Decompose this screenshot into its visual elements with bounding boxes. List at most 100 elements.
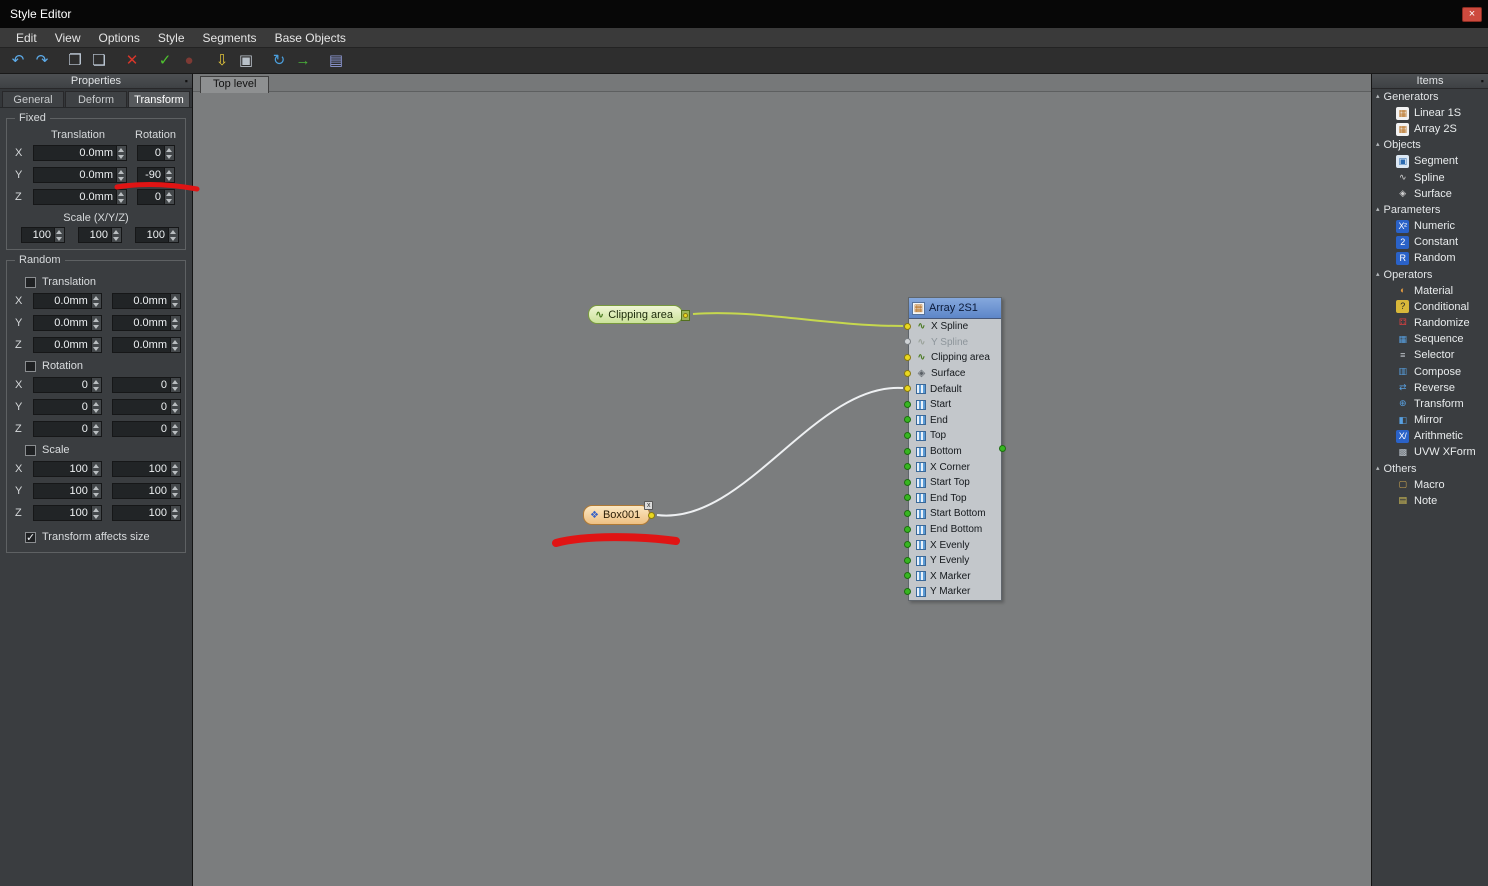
spin-down-button[interactable]: [170, 301, 180, 308]
item[interactable]: ▦ Linear 1S: [1372, 105, 1488, 121]
array-slot[interactable]: X Marker: [904, 569, 1001, 585]
menu-item[interactable]: Options: [89, 31, 148, 45]
spin-down-button[interactable]: [91, 323, 101, 330]
delete-icon[interactable]: ✕: [120, 49, 144, 73]
panel-pin-icon[interactable]: ▪: [1481, 76, 1484, 87]
spin-down-button[interactable]: [170, 491, 180, 498]
spin-up-button[interactable]: [117, 146, 126, 153]
item[interactable]: ⊕ Transform: [1372, 396, 1488, 412]
input-connector[interactable]: [904, 431, 911, 439]
output-connector[interactable]: [681, 310, 691, 321]
random-min-field[interactable]: 0.0mm: [32, 337, 102, 353]
spin-up-button[interactable]: [170, 294, 180, 301]
spin-down-button[interactable]: [170, 345, 180, 352]
spin-up-button[interactable]: [91, 422, 101, 429]
array-slot[interactable]: Surface: [904, 366, 1001, 382]
item[interactable]: ▩ UVW XForm: [1372, 444, 1488, 460]
rotation-field[interactable]: 0: [137, 145, 175, 161]
array-slot[interactable]: Clipping area: [904, 350, 1001, 366]
input-connector[interactable]: [904, 556, 911, 564]
group-header-operators[interactable]: Operators: [1372, 267, 1488, 283]
spin-up-button[interactable]: [169, 228, 178, 235]
random-min-field[interactable]: 0.0mm: [32, 293, 102, 309]
spin-up-button[interactable]: [91, 506, 101, 513]
array-slot[interactable]: X Corner: [904, 459, 1001, 475]
library-icon[interactable]: ▤: [324, 49, 348, 73]
spin-up-button[interactable]: [91, 400, 101, 407]
menu-item[interactable]: Base Objects: [266, 31, 355, 45]
input-connector[interactable]: [904, 463, 911, 471]
input-connector[interactable]: [904, 369, 911, 377]
rotation-field[interactable]: -90: [137, 167, 175, 183]
spin-up-button[interactable]: [170, 422, 180, 429]
node-box001[interactable]: ❖ Box001 x: [583, 501, 656, 525]
group-header-generators[interactable]: Generators: [1372, 89, 1488, 105]
input-connector[interactable]: [904, 353, 911, 361]
scale-checkbox[interactable]: [25, 444, 36, 456]
filter-icon[interactable]: ⇩: [210, 49, 234, 73]
spin-up-button[interactable]: [112, 228, 121, 235]
input-connector[interactable]: [904, 322, 911, 330]
spin-up-button[interactable]: [91, 462, 101, 469]
item[interactable]: X/ Arithmetic: [1372, 428, 1488, 444]
spin-down-button[interactable]: [117, 197, 126, 204]
array-slot[interactable]: X Evenly: [904, 537, 1001, 553]
random-max-field[interactable]: 100: [111, 461, 181, 477]
redo-icon[interactable]: ↷: [30, 49, 54, 73]
input-connector[interactable]: [904, 478, 911, 486]
spin-up-button[interactable]: [170, 338, 180, 345]
translation-field[interactable]: 0.0mm: [33, 145, 127, 161]
tab-top-level[interactable]: Top level: [200, 76, 270, 93]
item[interactable]: X² Numeric: [1372, 218, 1488, 234]
input-connector[interactable]: [904, 494, 911, 502]
item[interactable]: ▦ Array 2S: [1372, 121, 1488, 137]
item[interactable]: ▤ Note: [1372, 493, 1488, 509]
item[interactable]: 2 Constant: [1372, 234, 1488, 250]
spin-down-button[interactable]: [91, 301, 101, 308]
input-connector[interactable]: [904, 572, 911, 580]
spin-down-button[interactable]: [91, 513, 101, 520]
auto-update-icon[interactable]: ●: [177, 49, 201, 73]
spin-down-button[interactable]: [165, 197, 174, 204]
random-min-field[interactable]: 100: [32, 461, 102, 477]
spin-up-button[interactable]: [117, 190, 126, 197]
random-min-field[interactable]: 0: [32, 377, 102, 393]
item[interactable]: ⚃ Randomize: [1372, 315, 1488, 331]
menu-item[interactable]: Style: [149, 31, 194, 45]
paste-icon[interactable]: ❏: [87, 49, 111, 73]
item[interactable]: ∿ Spline: [1372, 170, 1488, 186]
item[interactable]: ⇄ Reverse: [1372, 380, 1488, 396]
spin-down-button[interactable]: [165, 175, 174, 182]
node-array-2s1[interactable]: ▦ Array 2S1 X Spline: [904, 297, 1006, 601]
array-slot[interactable]: End: [904, 413, 1001, 429]
group-header-parameters[interactable]: Parameters: [1372, 202, 1488, 218]
translation-field[interactable]: 0.0mm: [33, 167, 127, 183]
random-max-field[interactable]: 0.0mm: [111, 315, 181, 331]
input-connector[interactable]: [904, 447, 911, 455]
random-max-field[interactable]: 0.0mm: [111, 337, 181, 353]
spin-up-button[interactable]: [170, 400, 180, 407]
item[interactable]: ◈ Surface: [1372, 186, 1488, 202]
group-header-objects[interactable]: Objects: [1372, 137, 1488, 153]
spin-down-button[interactable]: [170, 469, 180, 476]
input-connector[interactable]: [904, 525, 911, 533]
undo-icon[interactable]: ↶: [6, 49, 30, 73]
input-connector[interactable]: [904, 385, 911, 393]
close-icon[interactable]: ×: [1462, 6, 1482, 22]
item[interactable]: ▦ Sequence: [1372, 331, 1488, 347]
transform-affects-size-checkbox[interactable]: [25, 531, 36, 544]
menu-item[interactable]: View: [46, 31, 90, 45]
item[interactable]: ▥ Compose: [1372, 363, 1488, 379]
random-min-field[interactable]: 0.0mm: [32, 315, 102, 331]
item[interactable]: R Random: [1372, 250, 1488, 266]
spin-down-button[interactable]: [55, 235, 64, 242]
input-connector[interactable]: [904, 509, 911, 517]
random-max-field[interactable]: 0.0mm: [111, 293, 181, 309]
scale-field[interactable]: 100: [78, 227, 122, 243]
array-slot[interactable]: Top: [904, 428, 1001, 444]
random-min-field[interactable]: 0: [32, 421, 102, 437]
panel-pin-icon[interactable]: ▪: [185, 76, 188, 87]
input-connector[interactable]: [904, 587, 911, 595]
array-slot[interactable]: End Top: [904, 491, 1001, 507]
package-icon[interactable]: ▣: [234, 49, 258, 73]
